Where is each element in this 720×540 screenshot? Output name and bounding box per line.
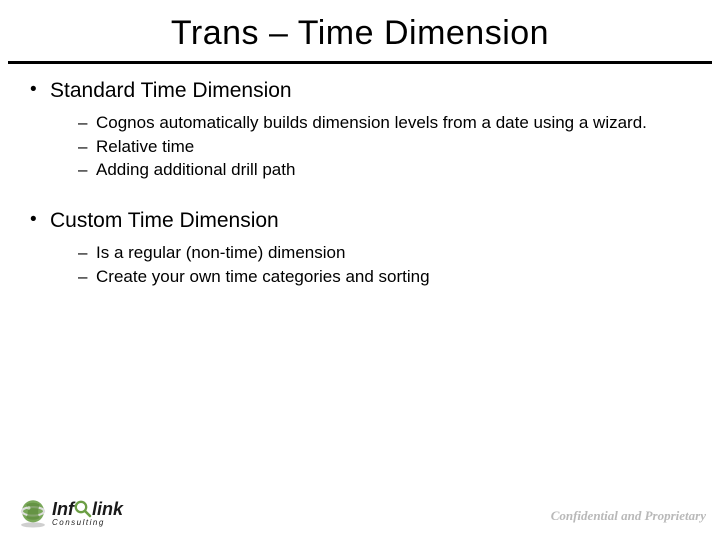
sub-item-text: Adding additional drill path bbox=[96, 160, 295, 179]
section-heading: Custom Time Dimension bbox=[50, 209, 279, 232]
logo-text: Inf link Consulting bbox=[52, 500, 123, 527]
logo-name-part-a: Inf bbox=[52, 500, 74, 518]
bullet-list: Standard Time Dimension Cognos automatic… bbox=[26, 78, 694, 287]
slide-title: Trans – Time Dimension bbox=[0, 0, 720, 61]
list-item: Cognos automatically builds dimension le… bbox=[78, 112, 694, 133]
sub-item-text: Relative time bbox=[96, 137, 194, 156]
list-item: Custom Time Dimension Is a regular (non-… bbox=[26, 208, 694, 287]
section-heading: Standard Time Dimension bbox=[50, 79, 292, 102]
logo-name-part-b: link bbox=[92, 500, 123, 518]
confidential-label: Confidential and Proprietary bbox=[551, 508, 706, 524]
sub-item-text: Is a regular (non-time) dimension bbox=[96, 243, 345, 262]
slide-footer: Inf link Consulting Confidential and Pro… bbox=[0, 480, 720, 540]
company-logo: Inf link Consulting bbox=[16, 496, 123, 530]
globe-icon bbox=[16, 496, 50, 530]
list-item: Relative time bbox=[78, 136, 694, 157]
logo-subtitle: Consulting bbox=[52, 519, 123, 527]
slide: Trans – Time Dimension Standard Time Dim… bbox=[0, 0, 720, 540]
sub-item-text: Create your own time categories and sort… bbox=[96, 267, 430, 286]
sub-bullet-list: Cognos automatically builds dimension le… bbox=[50, 112, 694, 180]
magnifier-icon bbox=[74, 500, 92, 518]
list-item: Adding additional drill path bbox=[78, 159, 694, 180]
slide-body: Standard Time Dimension Cognos automatic… bbox=[0, 64, 720, 287]
sub-item-text: Cognos automatically builds dimension le… bbox=[96, 113, 647, 132]
list-item: Is a regular (non-time) dimension bbox=[78, 242, 694, 263]
sub-bullet-list: Is a regular (non-time) dimension Create… bbox=[50, 242, 694, 287]
logo-name: Inf link bbox=[52, 500, 123, 518]
list-item: Create your own time categories and sort… bbox=[78, 266, 694, 287]
list-item: Standard Time Dimension Cognos automatic… bbox=[26, 78, 694, 180]
